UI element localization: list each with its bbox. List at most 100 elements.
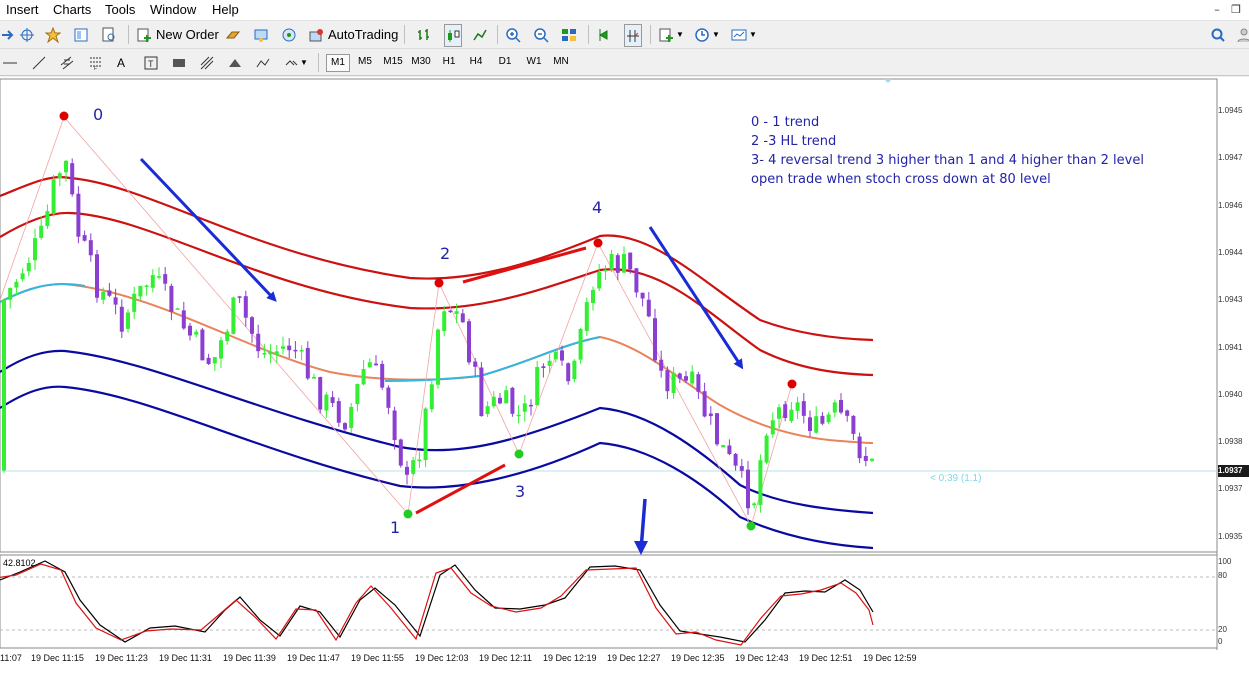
menu-charts[interactable]: Charts — [53, 2, 91, 17]
gann-icon[interactable] — [199, 52, 215, 73]
templates-dropdown[interactable]: ▼ — [731, 24, 757, 45]
candle-body — [113, 297, 118, 305]
candle-body — [119, 306, 124, 332]
triangle-icon[interactable] — [227, 52, 243, 73]
horizontal-line-icon[interactable] — [2, 52, 18, 73]
timeframe-mn[interactable]: MN — [549, 54, 573, 70]
bar-chart-icon[interactable] — [416, 24, 432, 45]
candle-body — [659, 359, 664, 371]
menu-insert[interactable]: Insert — [6, 2, 39, 17]
time-tick: 19 Dec 11:39 — [223, 653, 276, 663]
candle-body — [293, 349, 298, 352]
timeframe-h1[interactable]: H1 — [438, 54, 460, 70]
drawing-toolbar: F A T ▼ M1 M5 M15 M30 H1 H4 D1 W1 MN — [0, 49, 1249, 76]
new-order-button[interactable]: New Order — [136, 24, 219, 45]
pitchfork-icon[interactable] — [255, 52, 271, 73]
tile-windows-icon[interactable] — [561, 24, 577, 45]
zoom-in-icon[interactable] — [505, 24, 521, 45]
timeframe-d1[interactable]: D1 — [494, 54, 516, 70]
price-tick: 1.0945 — [1218, 106, 1243, 115]
candle-body — [510, 387, 515, 414]
candle-body — [157, 276, 161, 278]
candle-body — [622, 253, 626, 273]
candle-body — [33, 238, 37, 261]
candle-body — [194, 331, 199, 335]
candle-body — [45, 211, 50, 227]
candle-body — [169, 285, 174, 312]
candle-body — [386, 387, 391, 408]
equidistant-channel-icon[interactable] — [59, 52, 75, 73]
candle-body — [107, 290, 112, 296]
menu-tools[interactable]: Tools — [105, 2, 135, 17]
menu-window[interactable]: Window — [150, 2, 196, 17]
note-line: 2 -3 HL trend — [751, 134, 837, 149]
candle-body — [752, 503, 757, 506]
price-tick: 1.0935 — [1218, 532, 1243, 541]
menu-help[interactable]: Help — [212, 2, 239, 17]
candle-body — [281, 346, 285, 349]
timeframe-m15[interactable]: M15 — [380, 54, 406, 70]
market-icon[interactable] — [281, 24, 297, 45]
rectangle-icon[interactable] — [171, 52, 187, 73]
candle-body — [578, 329, 583, 360]
line-chart-icon[interactable] — [472, 24, 488, 45]
candle-body — [454, 311, 459, 315]
swing-high-marker — [59, 111, 69, 121]
periods-dropdown[interactable]: ▼ — [694, 24, 720, 45]
gold-icon[interactable] — [225, 24, 241, 45]
candle-body — [367, 362, 372, 368]
candle-body — [405, 466, 409, 475]
stoch-value: 42.8102 — [3, 558, 36, 568]
wave-label-0: 0 — [93, 105, 104, 124]
autoscroll-icon[interactable] — [596, 24, 612, 45]
time-tick: 19 Dec 11:55 — [351, 653, 404, 663]
candle-body — [808, 417, 812, 431]
search-icon[interactable] — [1210, 24, 1226, 45]
timeframe-w1[interactable]: W1 — [523, 54, 545, 70]
restore-icon[interactable]: ❐ — [1229, 3, 1243, 17]
candle-body — [851, 415, 856, 434]
time-tick: 19 Dec 11:47 — [287, 653, 340, 663]
candle-body — [20, 273, 25, 280]
candle-body — [857, 436, 862, 459]
countdown-label: < 0:39 (1.1) — [930, 473, 982, 484]
candle-body — [76, 193, 81, 237]
wave-label-4: 4 — [592, 198, 603, 217]
candle-body — [547, 360, 552, 366]
chart-shift-icon[interactable] — [624, 24, 642, 47]
stoch-level-label: 20 — [1218, 625, 1227, 634]
arrow-icon[interactable] — [0, 24, 16, 45]
timeframe-m1[interactable]: M1 — [326, 54, 350, 72]
timeframe-m5[interactable]: M5 — [354, 54, 376, 70]
candle-body — [343, 423, 347, 430]
signals-icon[interactable] — [253, 24, 269, 45]
candle-body — [181, 310, 186, 329]
time-tick: 19 Dec 12:27 — [607, 653, 661, 663]
candle-body — [839, 399, 843, 413]
candle-body — [349, 406, 354, 428]
candle-body — [150, 275, 155, 288]
favorites-icon[interactable] — [45, 24, 61, 45]
minimize-icon[interactable]: – — [1210, 3, 1224, 17]
text-label-icon[interactable]: T — [143, 52, 159, 73]
fibonacci-icon[interactable]: F — [88, 52, 104, 73]
crosshair-move-icon[interactable] — [19, 24, 35, 45]
timeframe-h4[interactable]: H4 — [465, 54, 487, 70]
timeframe-m30[interactable]: M30 — [408, 54, 434, 70]
navigator-icon[interactable] — [73, 24, 89, 45]
account-icon[interactable] — [1236, 24, 1249, 45]
zoom-out-icon[interactable] — [533, 24, 549, 45]
candle-body — [374, 363, 378, 366]
autotrading-button[interactable]: AutoTrading — [308, 24, 398, 45]
candle-body — [553, 351, 558, 360]
text-icon[interactable]: A — [117, 52, 125, 73]
candle-body — [522, 403, 527, 412]
tester-icon[interactable] — [101, 24, 117, 45]
candle-body — [256, 333, 261, 352]
indicators-dropdown[interactable]: ▼ — [658, 24, 684, 45]
trendline-icon[interactable] — [31, 52, 47, 73]
candlestick-icon[interactable] — [444, 24, 462, 47]
candle-body — [2, 299, 6, 471]
candle-body — [8, 288, 13, 300]
arrows-dropdown[interactable]: ▼ — [284, 52, 308, 73]
